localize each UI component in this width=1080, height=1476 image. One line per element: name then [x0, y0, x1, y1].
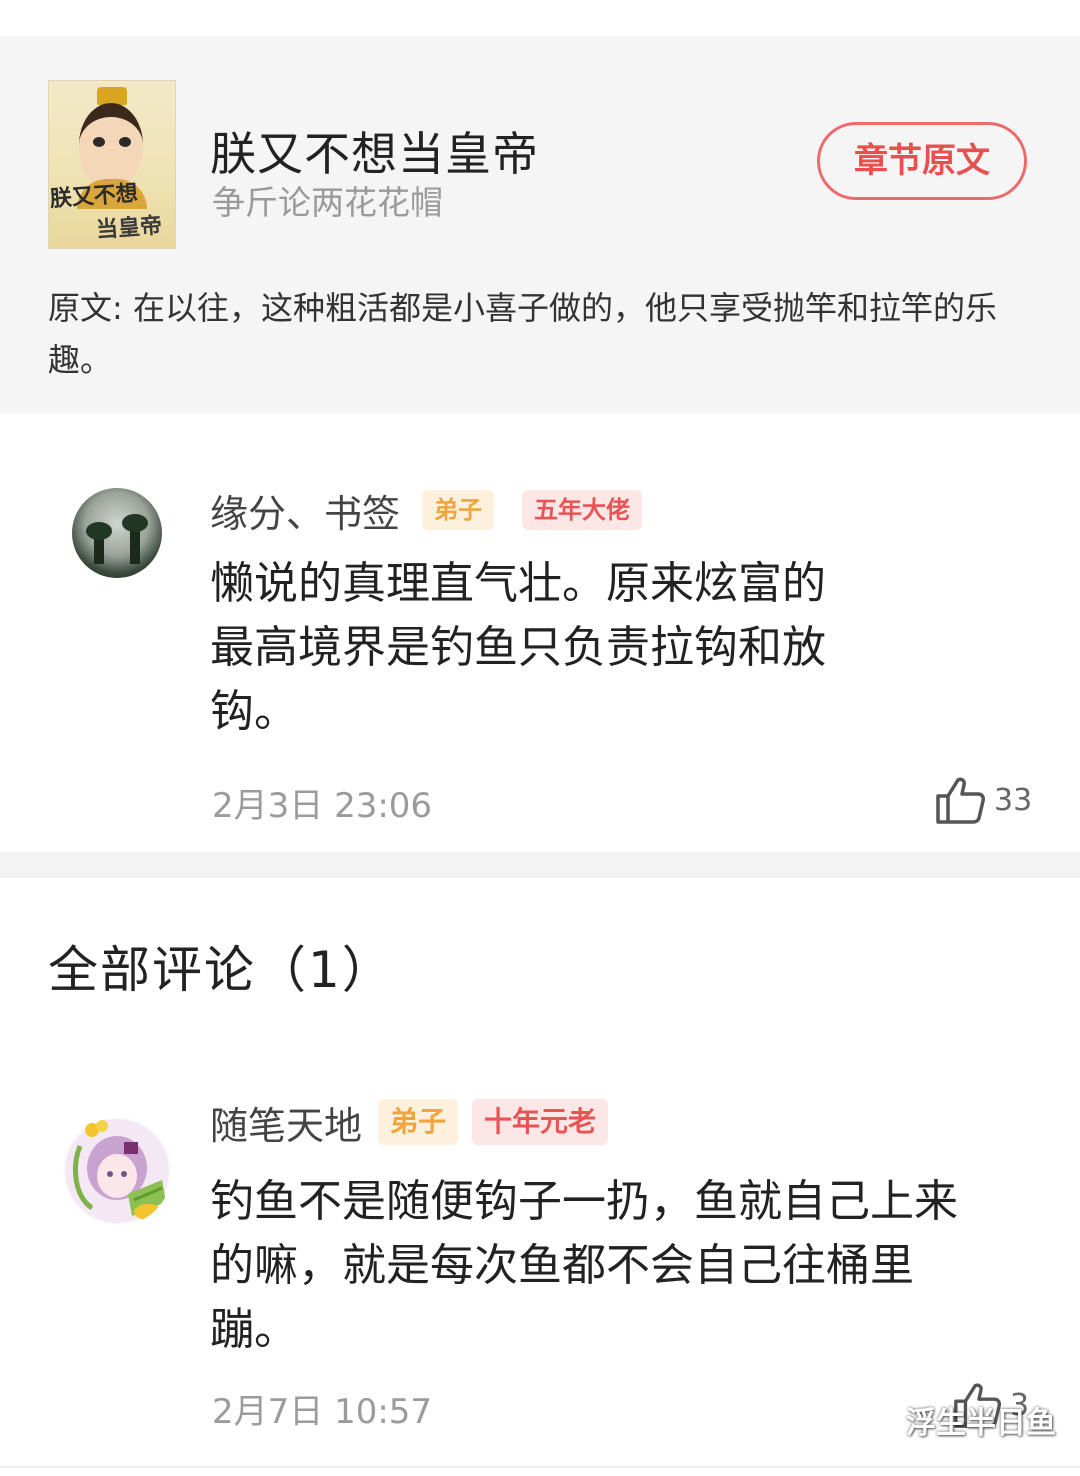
comment-text-line: 最高境界是钓鱼只负责拉钩和放: [210, 622, 826, 673]
badge-disciple: 弟子: [422, 490, 495, 530]
comment-username[interactable]: 随笔天地: [210, 1095, 362, 1150]
top-strip: [0, 0, 1080, 36]
watermark-text: 浮生半日鱼: [906, 1406, 1056, 1441]
book-info-card[interactable]: 朕又不想 当皇帝 朕又不想当皇帝 争斤论两花花帽 章节原文 原文: 在以往，这种…: [0, 36, 1080, 414]
comment-text-line: 的嘛，就是每次鱼都不会自己往桶里: [210, 1240, 914, 1291]
cover-face-shape: [79, 103, 143, 187]
cover-eye-shape: [119, 137, 131, 147]
like-count: 33: [994, 782, 1033, 818]
book-title[interactable]: 朕又不想当皇帝: [210, 118, 539, 184]
avatar-tree-shape: [122, 514, 148, 532]
comment-text[interactable]: 钓鱼不是随便钩子一扔，鱼就自己上来 的嘛，就是每次鱼都不会自己往桶里 蹦。: [210, 1170, 1050, 1362]
comment-detail-page: 朕又不想 当皇帝 朕又不想当皇帝 争斤论两花花帽 章节原文 原文: 在以往，这种…: [0, 0, 1080, 1476]
badge-veteran: 十年元老: [472, 1099, 609, 1145]
avatar-tree-shape: [86, 522, 112, 540]
badge-disciple: 弟子: [378, 1099, 459, 1145]
original-text-quote: 原文: 在以往，这种粗活都是小喜子做的，他只享受抛竿和拉竿的乐趣。: [48, 289, 997, 379]
comment-text[interactable]: 懒说的真理直气壮。原来炫富的 最高境界是钓鱼只负责拉钩和放 钩。: [210, 552, 910, 744]
comment-user-row: 缘分、书签 弟子 五年大佬: [210, 486, 670, 536]
thumbs-up-icon: [936, 777, 985, 824]
bottom-divider: [0, 1466, 1080, 1468]
book-author[interactable]: 争斤论两花花帽: [212, 176, 443, 224]
comment-text-line: 蹦。: [210, 1304, 298, 1355]
comment-time: 2月7日 10:57: [212, 1392, 433, 1432]
book-cover-image[interactable]: 朕又不想 当皇帝: [48, 80, 176, 249]
all-comments-title: 全部评论（1）: [48, 941, 394, 999]
comment-text-line: 钓鱼不是随便钩子一扔，鱼就自己上来: [210, 1176, 958, 1227]
comment-text-line: 懒说的真理直气壮。原来炫富的: [210, 558, 826, 609]
like-button[interactable]: 33: [934, 774, 1032, 826]
featured-comment: 缘分、书签 弟子 五年大佬 懒说的真理直气壮。原来炫富的 最高境界是钓鱼只负责拉…: [0, 418, 1080, 852]
comment-text-line: 钩。: [210, 686, 298, 737]
comment-user-row: 随笔天地 弟子 十年元老: [210, 1098, 636, 1148]
user-avatar[interactable]: [62, 1116, 172, 1226]
avatar-illustration: [65, 1119, 169, 1223]
cover-eye-shape: [93, 137, 105, 147]
comment-username[interactable]: 缘分、书签: [210, 483, 400, 538]
user-avatar[interactable]: [72, 488, 162, 578]
section-divider: [0, 852, 1080, 878]
cover-title-art: 朕又不想 当皇帝: [49, 175, 175, 248]
comment-time: 2月3日 23:06: [212, 786, 433, 826]
badge-veteran: 五年大佬: [522, 490, 643, 530]
chapter-original-button[interactable]: 章节原文: [817, 122, 1027, 200]
